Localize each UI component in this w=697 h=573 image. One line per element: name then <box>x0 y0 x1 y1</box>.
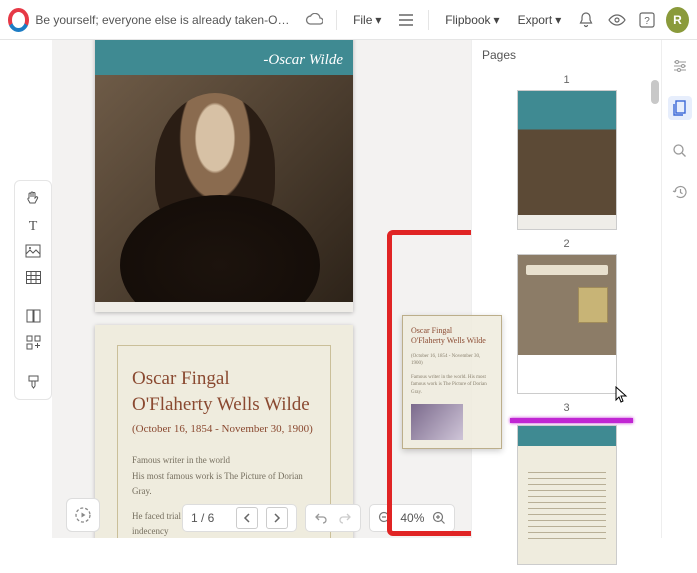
right-rail <box>661 40 697 538</box>
export-menu[interactable]: Export ▾ <box>512 9 568 31</box>
hand-tool-icon[interactable] <box>20 187 46 209</box>
file-menu[interactable]: File ▾ <box>347 9 387 31</box>
prev-page-button[interactable] <box>236 507 258 529</box>
page-tool-icon[interactable] <box>20 305 46 327</box>
canvas-page-1[interactable]: -Oscar Wilde <box>95 40 353 312</box>
file-menu-label: File <box>353 13 372 27</box>
page2-body-l1: Famous writer in the world <box>132 453 316 468</box>
export-menu-label: Export <box>518 13 553 27</box>
page1-portrait <box>95 75 353 302</box>
pages-panel: Pages 1 2 Oscar Fingal O'Flaherty Wells … <box>471 40 661 538</box>
page-thumb-2[interactable] <box>517 254 617 394</box>
hamburger-menu-icon[interactable] <box>393 6 418 34</box>
table-tool-icon[interactable] <box>20 266 46 288</box>
ghost-dates: (October 16, 1854 - November 30, 1900) <box>411 353 493 368</box>
image-tool-icon[interactable] <box>20 240 46 262</box>
undo-redo-control <box>305 504 361 532</box>
page-thumb-3[interactable] <box>517 425 617 565</box>
separator <box>336 10 337 30</box>
chevron-down-icon: ▾ <box>555 13 561 27</box>
search-rail-icon[interactable] <box>668 138 692 162</box>
page-indicator: 1 / 6 <box>191 511 214 525</box>
drop-insert-indicator <box>510 418 633 423</box>
left-toolbar: T <box>14 180 52 400</box>
page2-name-line1: Oscar Fingal <box>132 366 316 392</box>
ghost-name-l2: O'Flaherty Wells Wilde <box>411 336 493 346</box>
chevron-down-icon: ▾ <box>375 13 381 27</box>
redo-button[interactable] <box>338 512 352 524</box>
page-thumb-1[interactable] <box>517 90 617 230</box>
canvas[interactable]: -Oscar Wilde Oscar Fingal O'Flaherty Wel… <box>52 40 471 538</box>
play-preview-button[interactable] <box>66 498 100 532</box>
undo-button[interactable] <box>314 512 328 524</box>
text-tool-icon[interactable]: T <box>20 213 46 235</box>
ghost-image <box>411 404 463 440</box>
cloud-sync-icon[interactable] <box>301 6 326 34</box>
page1-author: -Oscar Wilde <box>263 52 343 69</box>
page-thumb-number-2: 2 <box>472 238 661 250</box>
history-rail-icon[interactable] <box>668 180 692 204</box>
flipbook-menu-label: Flipbook <box>445 13 490 27</box>
bell-icon[interactable] <box>573 6 598 34</box>
page1-footer-bar <box>95 302 353 312</box>
separator <box>428 10 429 30</box>
pages-panel-title: Pages <box>472 40 661 70</box>
chevron-down-icon: ▾ <box>494 13 500 27</box>
drag-ghost-thumb: Oscar Fingal O'Flaherty Wells Wilde (Oct… <box>402 315 502 449</box>
flipbook-menu[interactable]: Flipbook ▾ <box>439 9 505 31</box>
zoom-level[interactable]: 40% <box>400 511 424 525</box>
ghost-body: Famous writer in the world. His most fam… <box>411 374 493 397</box>
svg-text:T: T <box>29 219 38 232</box>
thumb2-image <box>578 287 608 323</box>
zoom-control: 40% <box>369 504 455 532</box>
svg-text:?: ? <box>645 16 651 27</box>
page2-dates: (October 16, 1854 - November 30, 1900) <box>132 423 316 435</box>
app-logo[interactable] <box>8 8 29 32</box>
zoom-out-button[interactable] <box>378 511 392 525</box>
avatar[interactable]: R <box>666 7 689 33</box>
page-thumb-number-1: 1 <box>472 74 661 86</box>
eye-icon[interactable] <box>604 6 629 34</box>
page-indicator-control: 1 / 6 <box>182 504 297 532</box>
document-name[interactable]: Be yourself; everyone else is already ta… <box>35 13 295 27</box>
page2-body-l2: His most famous work is The Picture of D… <box>132 469 316 500</box>
widgets-tool-icon[interactable] <box>20 332 46 354</box>
help-icon[interactable]: ? <box>635 6 660 34</box>
thumb3-text-block <box>528 472 606 542</box>
ghost-name-l1: Oscar Fingal <box>411 326 493 336</box>
thumb2-lower <box>518 355 616 393</box>
zoom-in-button[interactable] <box>432 511 446 525</box>
brush-tool-icon[interactable] <box>20 371 46 393</box>
pages-rail-icon[interactable] <box>668 96 692 120</box>
settings-sliders-icon[interactable] <box>668 54 692 78</box>
page2-name-line2: O'Flaherty Wells Wilde <box>132 392 316 418</box>
next-page-button[interactable] <box>266 507 288 529</box>
